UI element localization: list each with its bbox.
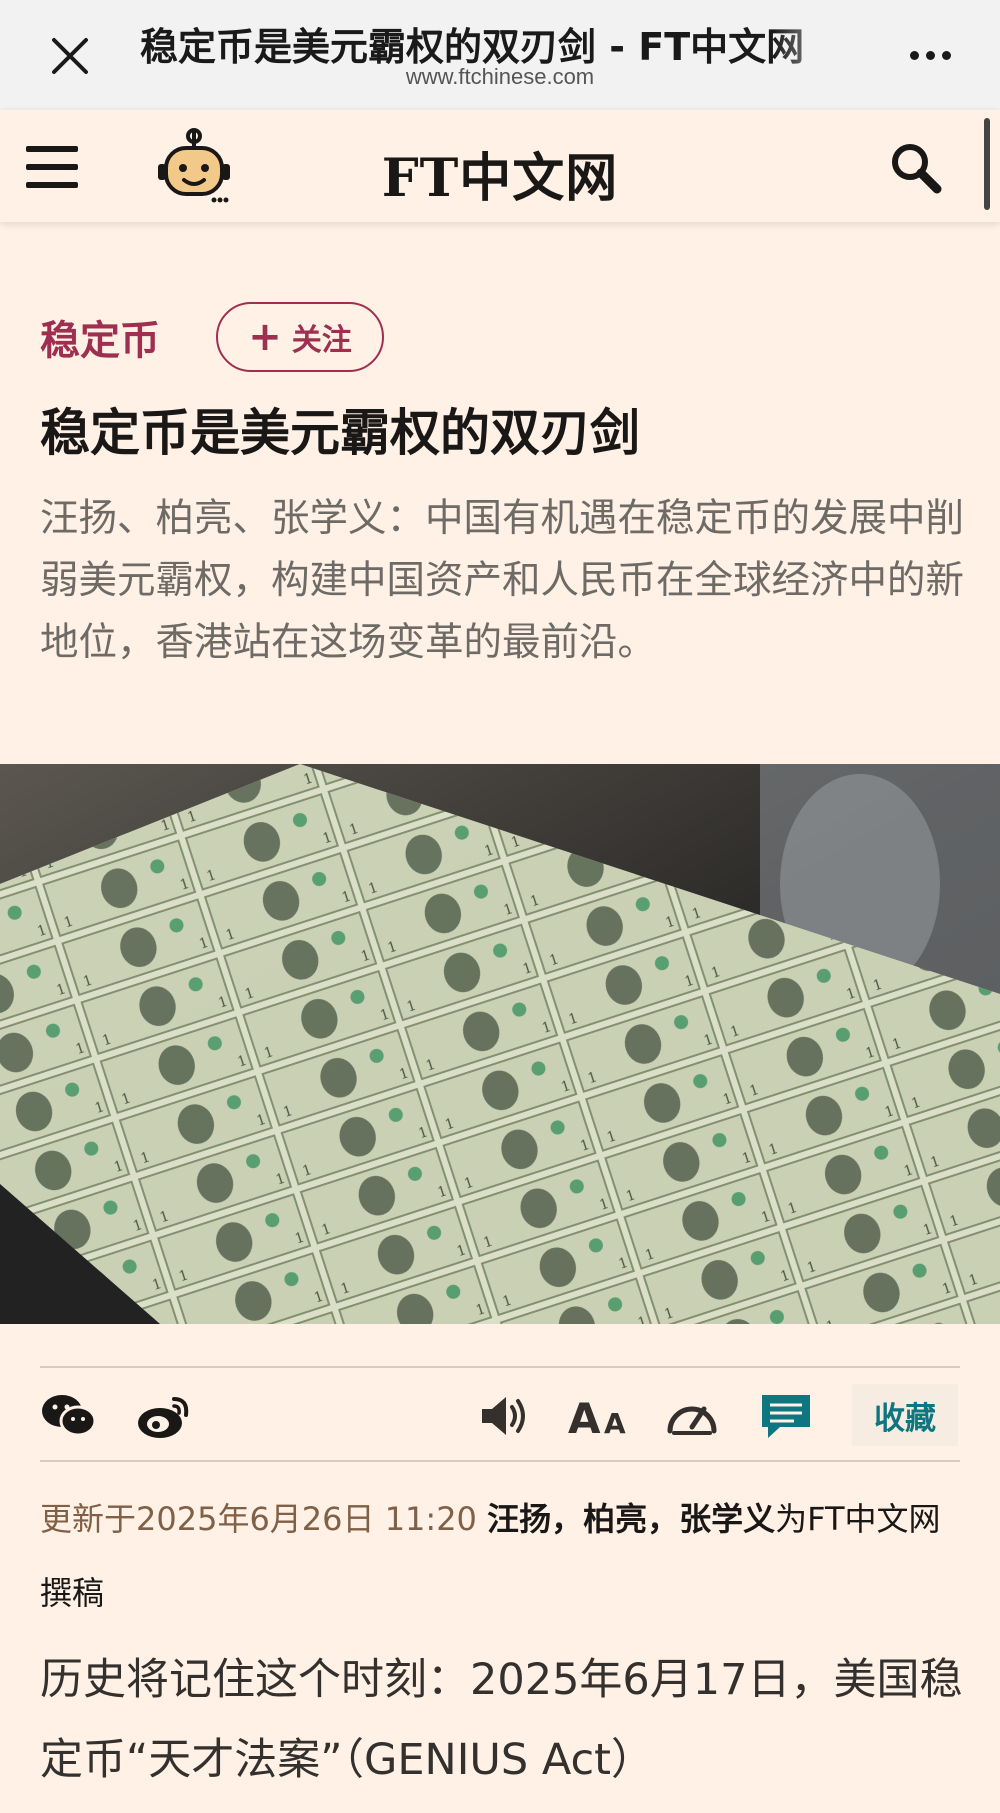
- browser-chrome: 稳定币是美元霸权的双刃剑 - FT中文网 www.ftchinese.com: [0, 0, 1000, 110]
- weibo-icon[interactable]: [134, 1386, 192, 1446]
- author-names[interactable]: 汪扬，柏亮，张学义: [487, 1500, 775, 1538]
- font-size-icon[interactable]: A A: [568, 1386, 634, 1446]
- scrollbar-thumb[interactable]: [984, 118, 990, 210]
- article-body-paragraph: 历史将记住这个时刻：2025年6月17日，美国稳定币“天才法案”（GENIUS …: [40, 1655, 963, 1785]
- svg-text:A: A: [568, 1394, 601, 1441]
- browser-url: www.ftchinese.com: [405, 64, 595, 89]
- article-toolbar: A A 收藏: [40, 1366, 960, 1462]
- topic-tag[interactable]: 稳定币: [40, 308, 160, 366]
- follow-label: 关注: [291, 323, 352, 358]
- robot-icon[interactable]: [154, 128, 234, 208]
- svg-text:A: A: [604, 1407, 626, 1440]
- wechat-icon[interactable]: [40, 1386, 100, 1446]
- more-icon[interactable]: [900, 30, 960, 80]
- update-timestamp: 更新于2025年6月26日 11:20: [40, 1500, 477, 1538]
- browser-title: 稳定币是美元霸权的双刃剑 - FT中文网: [140, 25, 805, 64]
- follow-button[interactable]: + 关注: [216, 302, 384, 372]
- plus-icon: +: [248, 314, 282, 360]
- site-header: FT中文网: [0, 110, 1000, 222]
- speaker-icon[interactable]: [476, 1386, 532, 1446]
- article-headline: 稳定币是美元霸权的双刃剑: [40, 404, 640, 462]
- search-icon[interactable]: [888, 140, 944, 196]
- article-photo: 1 1: [0, 764, 1000, 1324]
- site-logo[interactable]: FT中文网: [370, 136, 630, 209]
- menu-icon[interactable]: [26, 146, 78, 188]
- speedometer-icon[interactable]: [664, 1386, 720, 1446]
- comment-icon[interactable]: [758, 1386, 814, 1446]
- byline: 更新于2025年6月26日 11:20 汪扬，柏亮，张学义为FT中文网撰稿: [40, 1482, 960, 1630]
- favorite-button[interactable]: 收藏: [852, 1384, 958, 1446]
- article-standfirst: 汪扬、柏亮、张学义：中国有机遇在稳定币的发展中削弱美元霸权，构建中国资产和人民币…: [40, 496, 965, 665]
